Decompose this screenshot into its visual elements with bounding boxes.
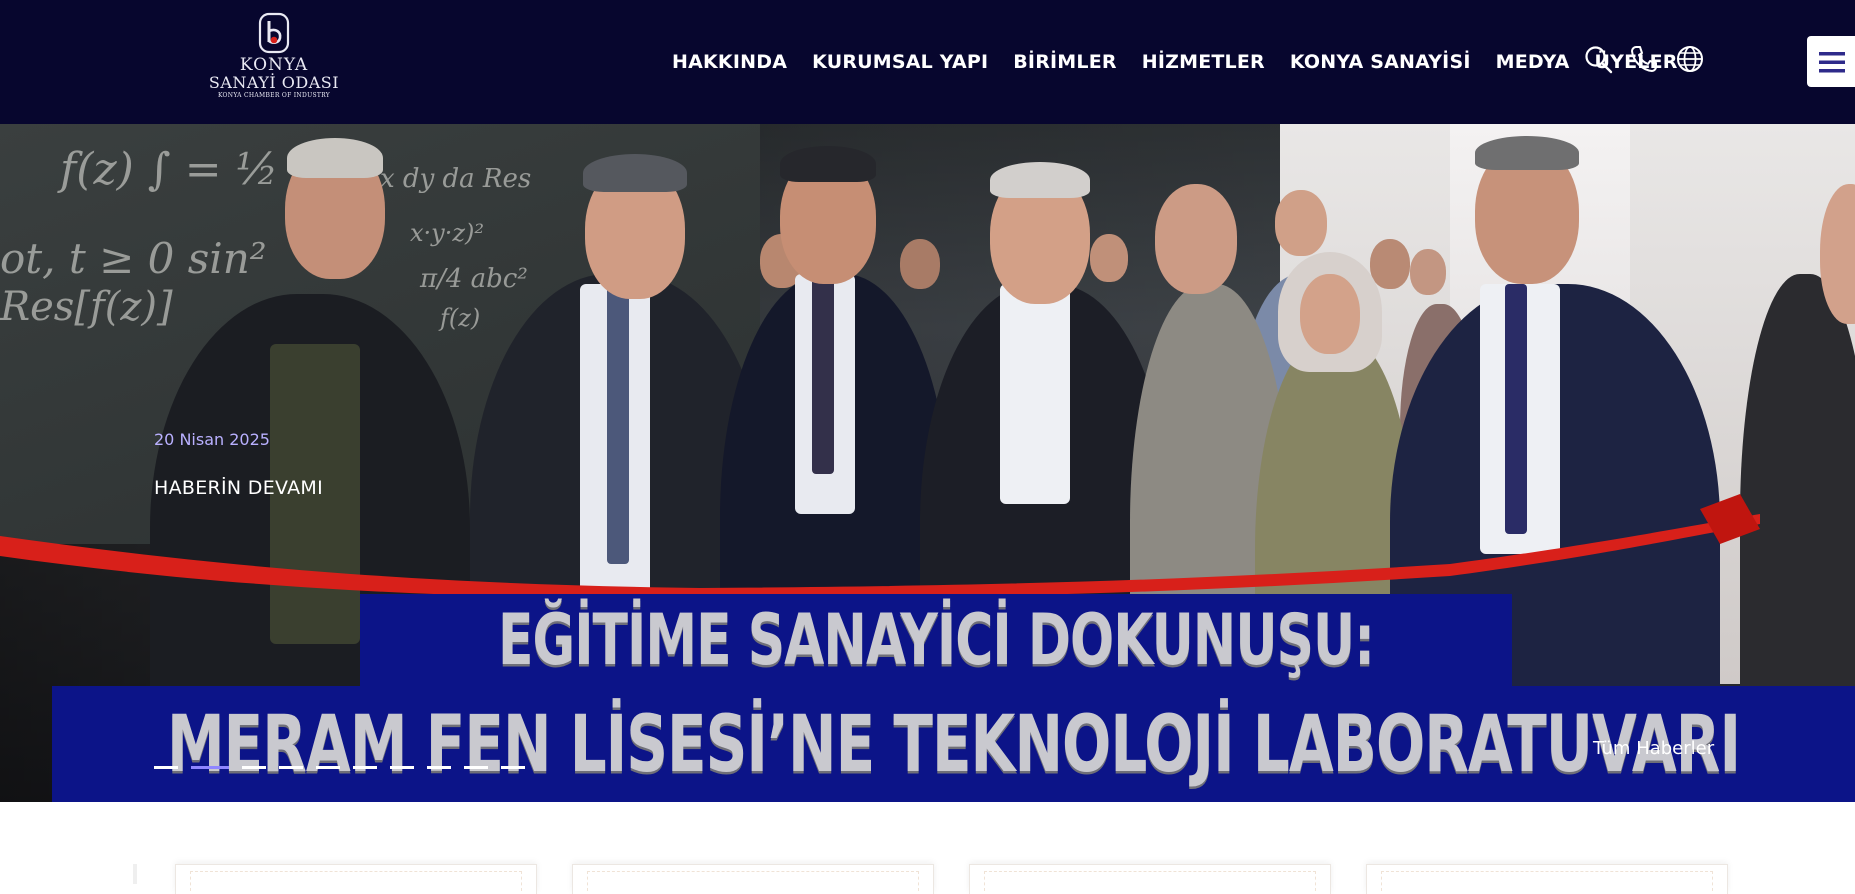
news-card[interactable] [572, 864, 934, 894]
slider-dot[interactable] [390, 766, 414, 769]
main-nav: HAKKINDA KURUMSAL YAPI BİRİMLER HİZMETLE… [672, 44, 1703, 80]
site-header: KONYA SANAYİ ODASI KONYA CHAMBER OF INDU… [0, 0, 1855, 124]
logo[interactable]: KONYA SANAYİ ODASI KONYA CHAMBER OF INDU… [205, 12, 343, 112]
hamburger-menu-icon [1819, 51, 1845, 72]
hero-slider[interactable]: f(z) ∫ = ½ ∮ x dy da Res ot, t ≥ 0 sin² … [0, 124, 1855, 802]
slider-dot[interactable] [316, 766, 340, 769]
search-icon[interactable] [1583, 44, 1613, 74]
slider-pagination [154, 766, 538, 769]
nav-item-konya-sanayisi[interactable]: KONYA SANAYİSİ [1290, 51, 1471, 73]
news-card[interactable] [1366, 864, 1728, 894]
logo-mark-icon [258, 12, 290, 54]
nav-item-hizmetler[interactable]: HİZMETLER [1142, 51, 1265, 73]
header-icons [1583, 44, 1721, 74]
brand-line-1: KONYA [239, 55, 309, 75]
globe-icon[interactable] [1675, 44, 1705, 74]
news-card[interactable] [175, 864, 537, 894]
hamburger-menu-button[interactable] [1807, 36, 1855, 87]
news-date: 20 Nisan 2025 [154, 430, 270, 449]
hero-overlay: 20 Nisan 2025 HABERİN DEVAMI Tüm Haberle… [0, 124, 1855, 802]
slider-dot[interactable] [279, 766, 303, 769]
slider-dot[interactable] [242, 766, 266, 769]
nav-item-birimler[interactable]: BİRİMLER [1013, 51, 1116, 73]
news-card[interactable] [969, 864, 1331, 894]
slider-dot[interactable] [353, 766, 377, 769]
brand-line-2: SANAYİ ODASI [208, 73, 340, 92]
nav-item-medya[interactable]: MEDYA [1496, 51, 1570, 73]
slider-dot[interactable] [501, 766, 525, 769]
slider-dot[interactable] [427, 766, 451, 769]
read-more-link[interactable]: HABERİN DEVAMI [154, 477, 323, 499]
brand-line-3: KONYA CHAMBER OF INDUSTRY [217, 92, 331, 99]
all-news-link[interactable]: Tüm Haberler [1593, 738, 1714, 759]
slider-dot-active[interactable] [191, 766, 229, 769]
nav-item-kurumsal-yapi[interactable]: KURUMSAL YAPI [812, 51, 988, 73]
slider-dot[interactable] [154, 766, 178, 769]
phone-icon[interactable] [1629, 44, 1659, 74]
nav-item-hakkinda[interactable]: HAKKINDA [672, 51, 787, 73]
slider-dot[interactable] [464, 766, 488, 769]
card-edge-shadow [133, 864, 137, 884]
news-cards-row [0, 802, 1855, 894]
